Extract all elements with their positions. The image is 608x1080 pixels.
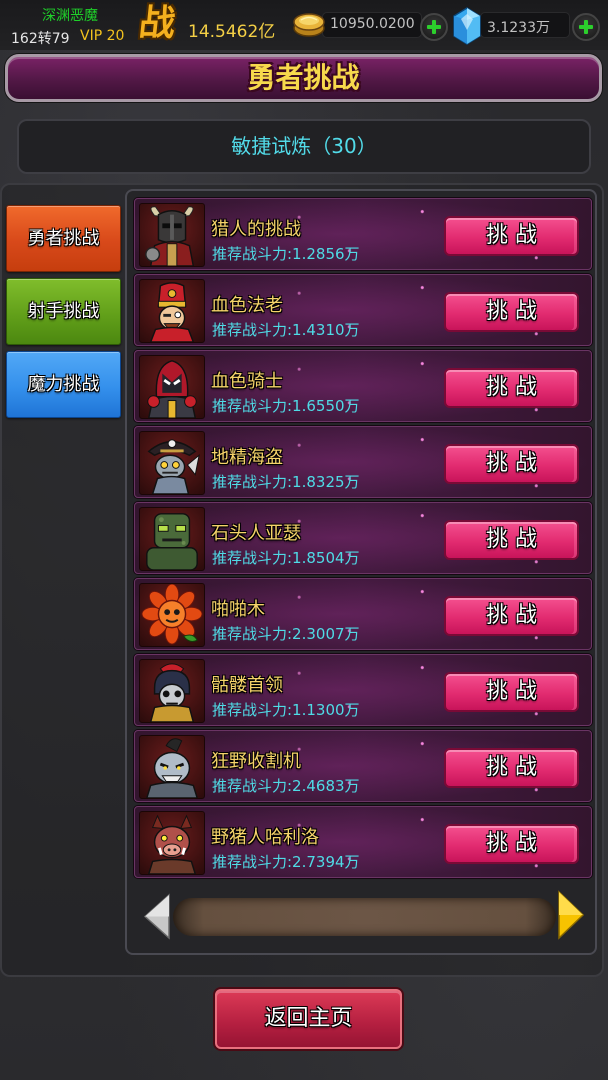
challenge-row: 狂野收割机 推荐战斗力:2.4683万 挑 战	[134, 730, 592, 802]
challenge-row: 啪啪木 推荐战斗力:2.3007万 挑 战	[134, 578, 592, 650]
add-gold-button[interactable]	[420, 13, 448, 41]
recommended-power: 推荐战斗力:1.1300万	[212, 701, 360, 719]
reaper-avatar	[139, 735, 205, 799]
challenge-button[interactable]: 挑 战	[444, 748, 579, 788]
scroll-track[interactable]	[173, 898, 556, 936]
vip-level: VIP 20	[80, 28, 125, 44]
challenge-row: 地精海盗 推荐战斗力:1.8325万 挑 战	[134, 426, 592, 498]
knight-avatar	[139, 355, 205, 419]
battle-power-value: 14.5462亿	[188, 22, 276, 42]
add-diamond-button[interactable]	[572, 13, 600, 41]
challenge-row: 石头人亚瑟 推荐战斗力:1.8504万 挑 战	[134, 502, 592, 574]
recommended-power: 推荐战斗力:1.4310万	[212, 321, 360, 339]
stone-golem-avatar	[139, 507, 205, 571]
skeleton-chief-avatar	[139, 659, 205, 723]
boarman-avatar	[139, 811, 205, 875]
challenge-row: 野猪人哈利洛 推荐战斗力:2.7394万 挑 战	[134, 806, 592, 878]
challenge-row: 血色法老 推荐战斗力:1.4310万 挑 战	[134, 274, 592, 346]
recommended-power: 推荐战斗力:1.8325万	[212, 473, 360, 491]
challenge-button[interactable]: 挑 战	[444, 520, 579, 560]
flower-creature-avatar	[139, 583, 205, 647]
challenge-name: 血色骑士	[211, 371, 283, 392]
challenge-name: 狂野收割机	[211, 751, 301, 772]
tab-magic-challenge[interactable]: 魔力挑战	[6, 351, 121, 418]
challenge-button[interactable]: 挑 战	[444, 368, 579, 408]
diamond-amount: 3.1233万	[487, 20, 550, 36]
gold-coin-icon	[292, 8, 326, 38]
gold-amount: 10950.0200	[330, 16, 415, 32]
pharaoh-avatar	[139, 279, 205, 343]
left-arrow-icon[interactable]	[143, 893, 171, 940]
challenge-row: 骷髅首领 推荐战斗力:1.1300万 挑 战	[134, 654, 592, 726]
challenge-name: 啪啪木	[211, 599, 265, 620]
page-title: 勇者挑战	[247, 61, 360, 94]
tab-archer-challenge[interactable]: 射手挑战	[6, 278, 121, 345]
challenge-row: 猎人的挑战 推荐战斗力:1.2856万 挑 战	[134, 198, 592, 270]
battle-power-icon: 战	[136, 3, 178, 44]
right-arrow-icon[interactable]	[557, 890, 585, 940]
challenge-name: 地精海盗	[211, 447, 283, 468]
challenge-name: 猎人的挑战	[211, 219, 301, 240]
tab-hero-challenge[interactable]: 勇者挑战	[6, 205, 121, 272]
recommended-power: 推荐战斗力:2.3007万	[212, 625, 360, 643]
recommended-power: 推荐战斗力:1.2856万	[212, 245, 360, 263]
back-home-button[interactable]: 返回主页	[215, 989, 402, 1049]
recommended-power: 推荐战斗力:2.7394万	[212, 853, 360, 871]
challenge-button[interactable]: 挑 战	[444, 216, 579, 256]
top-status-bar: 深渊恶魔 162转79 VIP 20 战 14.5462亿 10950.0200…	[0, 0, 608, 50]
plus-icon	[432, 20, 436, 34]
recommended-power: 推荐战斗力:1.8504万	[212, 549, 360, 567]
trial-panel: 敏捷试炼（30）	[17, 119, 591, 174]
plus-icon	[584, 20, 588, 34]
player-name: 深渊恶魔	[42, 8, 98, 24]
title-banner: 勇者挑战	[5, 54, 602, 102]
rebirth-level: 162转79	[11, 31, 70, 47]
horned-hunter-avatar	[139, 203, 205, 267]
diamond-icon	[451, 6, 483, 46]
challenge-button[interactable]: 挑 战	[444, 596, 579, 636]
challenge-name: 骷髅首领	[211, 675, 283, 696]
trial-label: 敏捷试炼（30）	[231, 134, 377, 158]
challenge-button[interactable]: 挑 战	[444, 824, 579, 864]
goblin-pirate-avatar	[139, 431, 205, 495]
challenge-button[interactable]: 挑 战	[444, 672, 579, 712]
challenge-name: 血色法老	[211, 295, 283, 316]
challenge-name: 石头人亚瑟	[211, 523, 301, 544]
challenge-row: 血色骑士 推荐战斗力:1.6550万 挑 战	[134, 350, 592, 422]
challenge-button[interactable]: 挑 战	[444, 444, 579, 484]
recommended-power: 推荐战斗力:1.6550万	[212, 397, 360, 415]
challenge-name: 野猪人哈利洛	[211, 827, 319, 848]
recommended-power: 推荐战斗力:2.4683万	[212, 777, 360, 795]
challenge-button[interactable]: 挑 战	[444, 292, 579, 332]
